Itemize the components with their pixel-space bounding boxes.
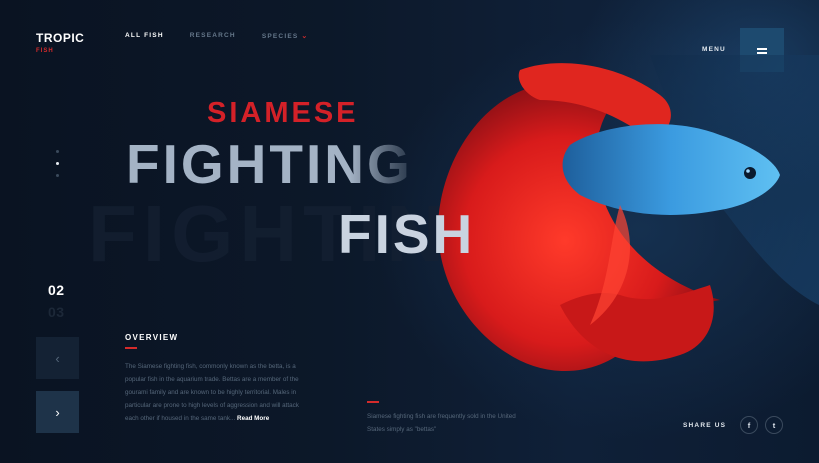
brand-logo[interactable]: TROPIC FISH bbox=[36, 31, 84, 54]
chevron-down-icon: ⌄ bbox=[301, 33, 309, 40]
overview-heading: OVERVIEW bbox=[125, 333, 179, 342]
slide-dot[interactable] bbox=[56, 150, 59, 153]
hero-title-fish: FISH bbox=[338, 203, 476, 265]
main-nav: ALL FISH RESEARCH SPECIES ⌄ bbox=[125, 32, 308, 40]
facebook-icon: f bbox=[747, 420, 751, 430]
hero-title-siamese: SIAMESE bbox=[207, 97, 359, 129]
twitter-icon: t bbox=[772, 420, 776, 430]
page: TROPIC FISH ALL FISH RESEARCH SPECIES ⌄ M… bbox=[0, 0, 819, 463]
prev-slide-button[interactable]: ‹ bbox=[36, 337, 79, 379]
brand-subtitle: FISH bbox=[36, 48, 54, 54]
chevron-right-icon: › bbox=[55, 404, 60, 420]
chevron-left-icon: ‹ bbox=[55, 350, 60, 366]
nav-species-label: SPECIES bbox=[261, 33, 299, 40]
slide-number-next: 03 bbox=[48, 304, 65, 320]
hero-title-fighting: FIGHTING bbox=[126, 133, 413, 195]
slide-dot[interactable] bbox=[56, 174, 59, 177]
share-label: SHARE US bbox=[683, 422, 727, 429]
read-more-link[interactable]: Read More bbox=[237, 415, 269, 422]
side-note-accent-line bbox=[367, 401, 379, 403]
next-slide-button[interactable]: › bbox=[36, 391, 79, 433]
nav-research[interactable]: RESEARCH bbox=[190, 32, 236, 40]
slide-number-current: 02 bbox=[48, 282, 65, 298]
brand-name: TROPIC bbox=[36, 31, 85, 45]
twitter-button[interactable]: t bbox=[765, 416, 783, 434]
betta-fish-illustration bbox=[438, 55, 819, 372]
overview-accent-line bbox=[125, 347, 137, 349]
hamburger-icon bbox=[757, 48, 767, 50]
facebook-button[interactable]: f bbox=[740, 416, 758, 434]
nav-all-fish[interactable]: ALL FISH bbox=[125, 32, 164, 40]
nav-species[interactable]: SPECIES ⌄ bbox=[262, 32, 309, 40]
slide-dots bbox=[56, 150, 59, 177]
side-note-text: Siamese fighting fish are frequently sol… bbox=[367, 413, 516, 433]
overview-body: The Siamese fighting fish, commonly know… bbox=[125, 363, 299, 422]
menu-label[interactable]: MENU bbox=[702, 46, 726, 53]
slide-dot-active[interactable] bbox=[56, 162, 59, 165]
overview-text: The Siamese fighting fish, commonly know… bbox=[125, 360, 311, 425]
hamburger-icon-line bbox=[757, 52, 767, 54]
